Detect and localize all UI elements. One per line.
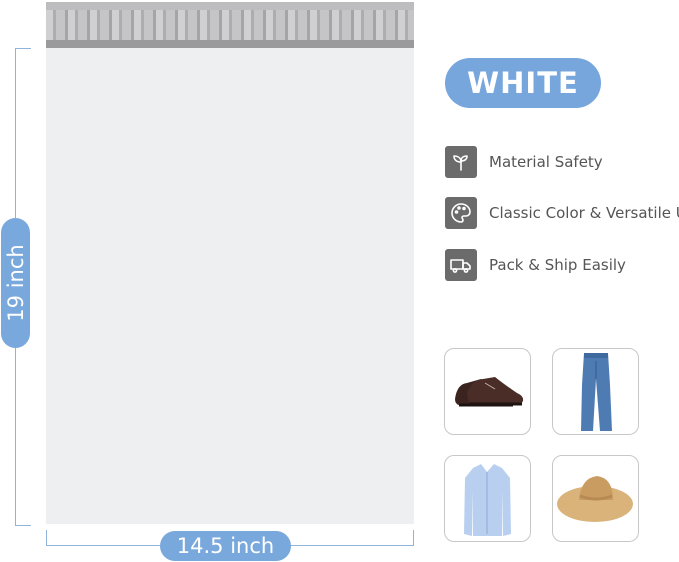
height-dimension-label: 19 inch <box>1 218 30 348</box>
feature-label: Classic Color & Versatile Use <box>489 204 679 222</box>
sun-hat-icon <box>557 476 633 522</box>
shoes-icon <box>455 377 524 407</box>
jeans-icon <box>581 353 612 431</box>
jeans-thumbnail <box>552 348 639 435</box>
sprout-icon <box>445 146 477 178</box>
truck-icon <box>445 249 477 281</box>
shirt-icon <box>464 464 511 536</box>
color-badge: WHITE <box>445 58 601 108</box>
width-dimension-label: 14.5 inch <box>160 531 291 561</box>
shoes-thumbnail <box>444 348 531 435</box>
poly-mailer-bag <box>46 2 414 524</box>
hat-thumbnail <box>552 455 639 542</box>
feature-label: Pack & Ship Easily <box>489 256 626 274</box>
feature-label: Material Safety <box>489 153 603 171</box>
shirt-thumbnail <box>444 455 531 542</box>
palette-icon <box>445 197 477 229</box>
height-dimension-text: 19 inch <box>3 244 28 322</box>
adhesive-seal-strip <box>46 2 414 48</box>
